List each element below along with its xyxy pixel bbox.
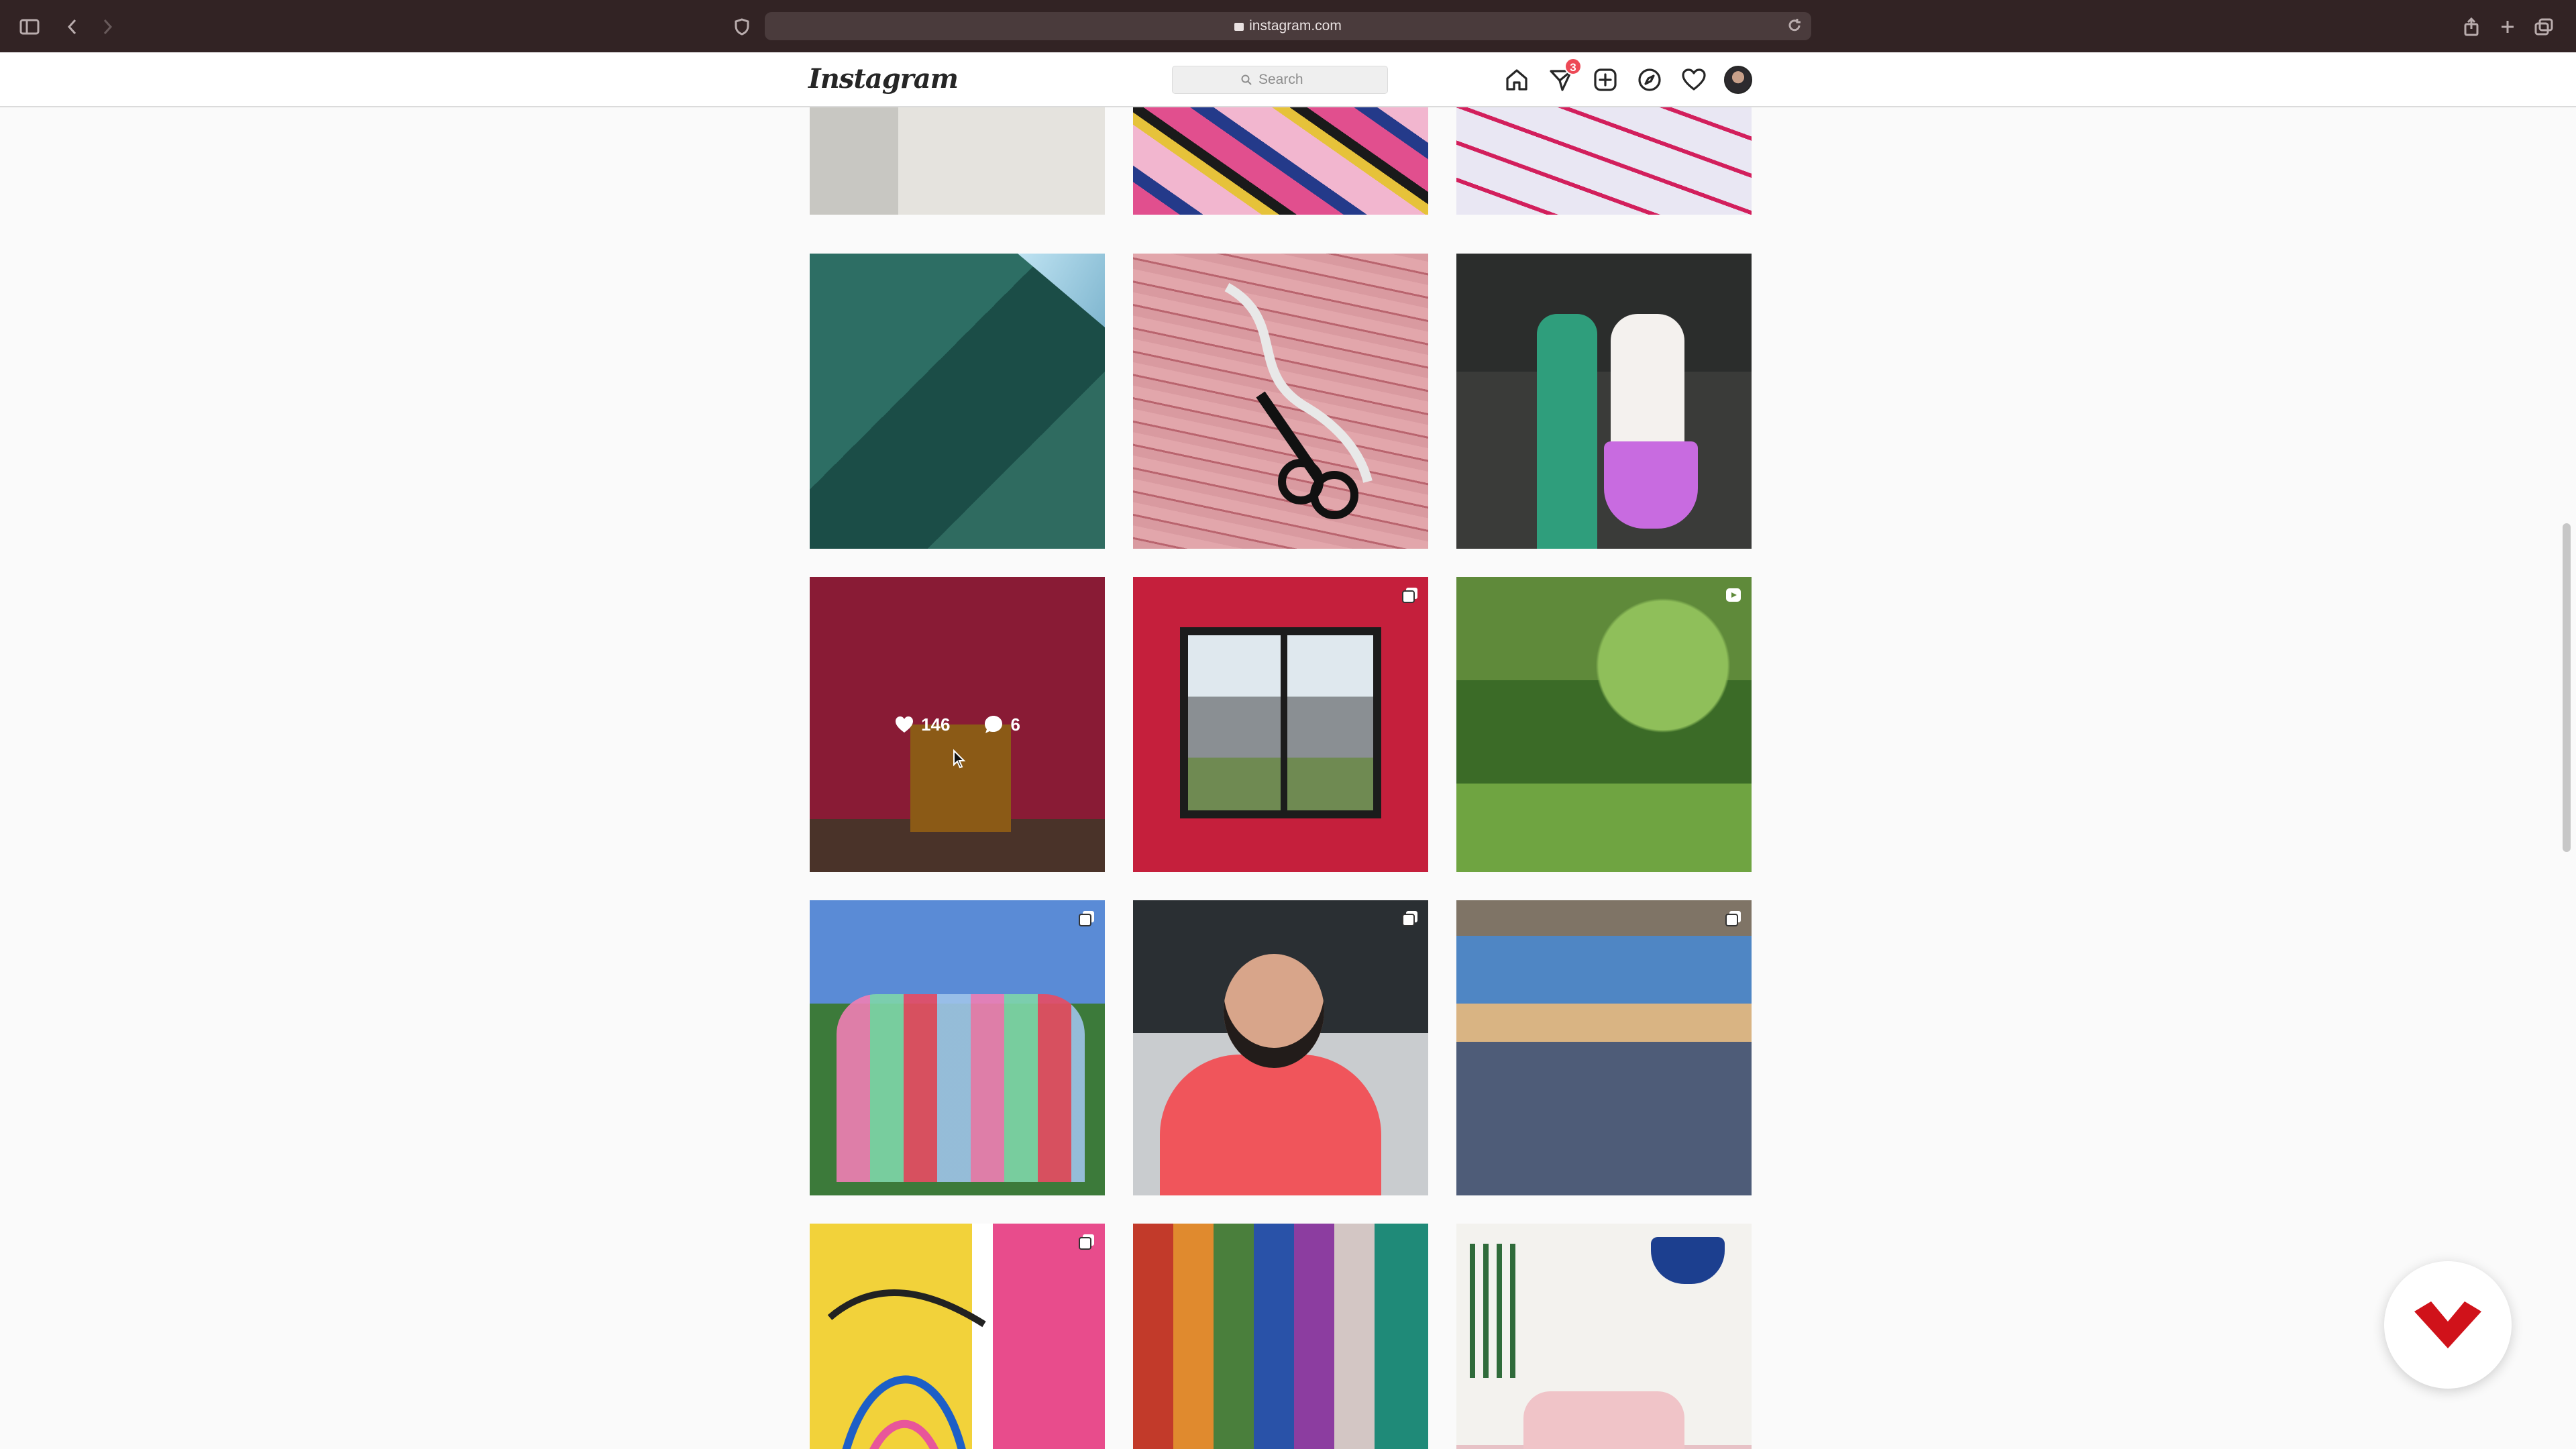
post-tile[interactable] [1456, 1224, 1752, 1449]
post-tile[interactable] [810, 900, 1105, 1195]
address-bar[interactable]: instagram.com [765, 12, 1811, 40]
search-icon [1241, 74, 1252, 85]
post-tile-hovered[interactable]: 146 6 [810, 577, 1105, 872]
comment-bubble-icon [985, 716, 1003, 733]
explore-icon[interactable] [1635, 66, 1664, 94]
reel-icon [1726, 588, 1741, 602]
activity-heart-icon[interactable] [1680, 66, 1708, 94]
sidebar-toggle-icon[interactable] [16, 13, 43, 40]
post-tile[interactable] [1456, 107, 1752, 215]
carousel-icon [1079, 1234, 1094, 1250]
carousel-icon [1079, 911, 1094, 926]
post-tile[interactable] [1133, 254, 1428, 549]
post-tile[interactable] [810, 254, 1105, 549]
carousel-icon [1402, 588, 1417, 603]
home-icon[interactable] [1503, 66, 1531, 94]
new-post-icon[interactable] [1591, 66, 1619, 94]
carousel-icon [1725, 911, 1741, 926]
post-tile[interactable] [1456, 577, 1752, 872]
red-logo-icon [2414, 1301, 2481, 1348]
url-text: instagram.com [1249, 18, 1342, 34]
search-box[interactable] [1172, 66, 1388, 94]
page-scrollbar[interactable] [2563, 523, 2571, 852]
comment-count: 6 [1010, 714, 1020, 735]
post-tile[interactable] [810, 107, 1105, 215]
instagram-header: Instagram 3 [0, 52, 2576, 107]
lock-icon [1234, 23, 1244, 31]
profile-avatar[interactable] [1724, 66, 1752, 94]
forward-icon[interactable] [94, 13, 121, 40]
new-tab-icon[interactable] [2494, 13, 2521, 40]
post-tile[interactable] [1133, 1224, 1428, 1449]
post-tile[interactable] [1133, 107, 1428, 215]
privacy-shield-icon[interactable] [729, 13, 755, 40]
post-tile[interactable] [1456, 254, 1752, 549]
search-input[interactable] [1258, 72, 1319, 88]
instagram-logo[interactable]: Instagram [808, 63, 959, 95]
browser-toolbar: instagram.com [0, 0, 2576, 52]
direct-badge: 3 [1564, 58, 1582, 75]
post-tile[interactable] [1133, 900, 1428, 1195]
profile-post-grid: 146 6 [810, 107, 1752, 1449]
post-tile[interactable] [1456, 900, 1752, 1195]
like-heart-icon [896, 716, 914, 733]
post-tile[interactable] [810, 1224, 1105, 1449]
direct-icon[interactable]: 3 [1547, 58, 1582, 94]
share-icon[interactable] [2458, 13, 2485, 40]
reload-icon[interactable] [1787, 18, 1802, 36]
like-count: 146 [921, 714, 951, 735]
avatar [1724, 66, 1752, 94]
back-icon[interactable] [59, 13, 86, 40]
carousel-icon [1402, 911, 1417, 926]
mouse-cursor-icon [953, 749, 966, 769]
floating-extension-button[interactable] [2384, 1261, 2512, 1389]
post-tile[interactable] [1133, 577, 1428, 872]
post-hover-overlay: 146 6 [810, 577, 1105, 872]
tab-overview-icon[interactable] [2530, 13, 2557, 40]
